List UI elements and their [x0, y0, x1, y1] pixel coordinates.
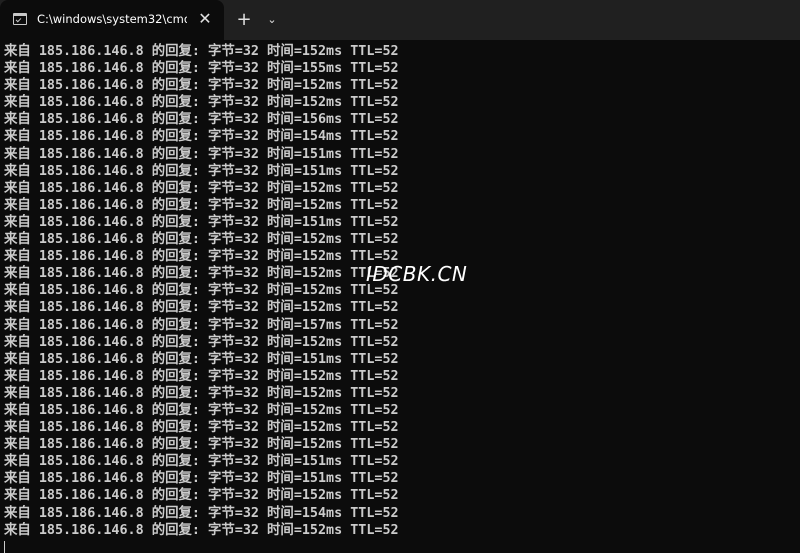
- chevron-down-icon[interactable]: ⌄: [262, 10, 282, 30]
- terminal-line: 来自 185.186.146.8 的回复: 字节=32 时间=154ms TTL…: [4, 129, 399, 145]
- terminal-line: 来自 185.186.146.8 的回复: 字节=32 时间=154ms TTL…: [4, 505, 399, 521]
- terminal-output[interactable]: 来自 185.186.146.8 的回复: 字节=32 时间=152ms TTL…: [4, 43, 796, 553]
- plus-icon[interactable]: +: [234, 10, 254, 30]
- terminal-line: 来自 185.186.146.8 的回复: 字节=32 时间=152ms TTL…: [4, 232, 399, 248]
- terminal-line: 来自 185.186.146.8 的回复: 字节=32 时间=152ms TTL…: [4, 334, 399, 350]
- terminal-line: 来自 185.186.146.8 的回复: 字节=32 时间=152ms TTL…: [4, 197, 399, 213]
- terminal-line: 来自 185.186.146.8 的回复: 字节=32 时间=152ms TTL…: [4, 368, 399, 384]
- text-cursor: [4, 540, 5, 553]
- title-bar: C:\windows\system32\cmd.exe ✕ + ⌄: [0, 0, 800, 40]
- terminal-line: 来自 185.186.146.8 的回复: 字节=32 时间=151ms TTL…: [4, 214, 399, 230]
- terminal-line: 来自 185.186.146.8 的回复: 字节=32 时间=152ms TTL…: [4, 420, 399, 436]
- terminal-line: 来自 185.186.146.8 的回复: 字节=32 时间=152ms TTL…: [4, 300, 399, 316]
- terminal-line: 来自 185.186.146.8 的回复: 字节=32 时间=157ms TTL…: [4, 317, 399, 333]
- terminal-line: 来自 185.186.146.8 的回复: 字节=32 时间=151ms TTL…: [4, 163, 399, 179]
- tab-cmd[interactable]: C:\windows\system32\cmd.exe ✕: [0, 0, 224, 40]
- terminal-line: 来自 185.186.146.8 的回复: 字节=32 时间=152ms TTL…: [4, 402, 399, 418]
- watermark: IDCBK.CN: [366, 262, 468, 286]
- terminal-line: 来自 185.186.146.8 的回复: 字节=32 时间=152ms TTL…: [4, 522, 399, 538]
- terminal-line: 来自 185.186.146.8 的回复: 字节=32 时间=151ms TTL…: [4, 454, 399, 470]
- terminal-line: 来自 185.186.146.8 的回复: 字节=32 时间=152ms TTL…: [4, 488, 399, 504]
- terminal-icon: [13, 13, 27, 25]
- terminal-line: 来自 185.186.146.8 的回复: 字节=32 时间=155ms TTL…: [4, 61, 399, 77]
- terminal-line: 来自 185.186.146.8 的回复: 字节=32 时间=151ms TTL…: [4, 471, 399, 487]
- terminal-line: 来自 185.186.146.8 的回复: 字节=32 时间=152ms TTL…: [4, 180, 399, 196]
- terminal-line: 来自 185.186.146.8 的回复: 字节=32 时间=151ms TTL…: [4, 146, 399, 162]
- terminal-line: 来自 185.186.146.8 的回复: 字节=32 时间=152ms TTL…: [4, 95, 399, 111]
- terminal-line: 来自 185.186.146.8 的回复: 字节=32 时间=156ms TTL…: [4, 112, 399, 128]
- terminal-line: 来自 185.186.146.8 的回复: 字节=32 时间=152ms TTL…: [4, 385, 399, 401]
- terminal-line: 来自 185.186.146.8 的回复: 字节=32 时间=152ms TTL…: [4, 437, 399, 453]
- terminal-line: 来自 185.186.146.8 的回复: 字节=32 时间=152ms TTL…: [4, 44, 399, 59]
- tab-title: C:\windows\system32\cmd.exe: [37, 12, 187, 26]
- close-icon[interactable]: ✕: [196, 10, 214, 28]
- terminal-line: 来自 185.186.146.8 的回复: 字节=32 时间=152ms TTL…: [4, 78, 399, 94]
- terminal-line: 来自 185.186.146.8 的回复: 字节=32 时间=151ms TTL…: [4, 351, 399, 367]
